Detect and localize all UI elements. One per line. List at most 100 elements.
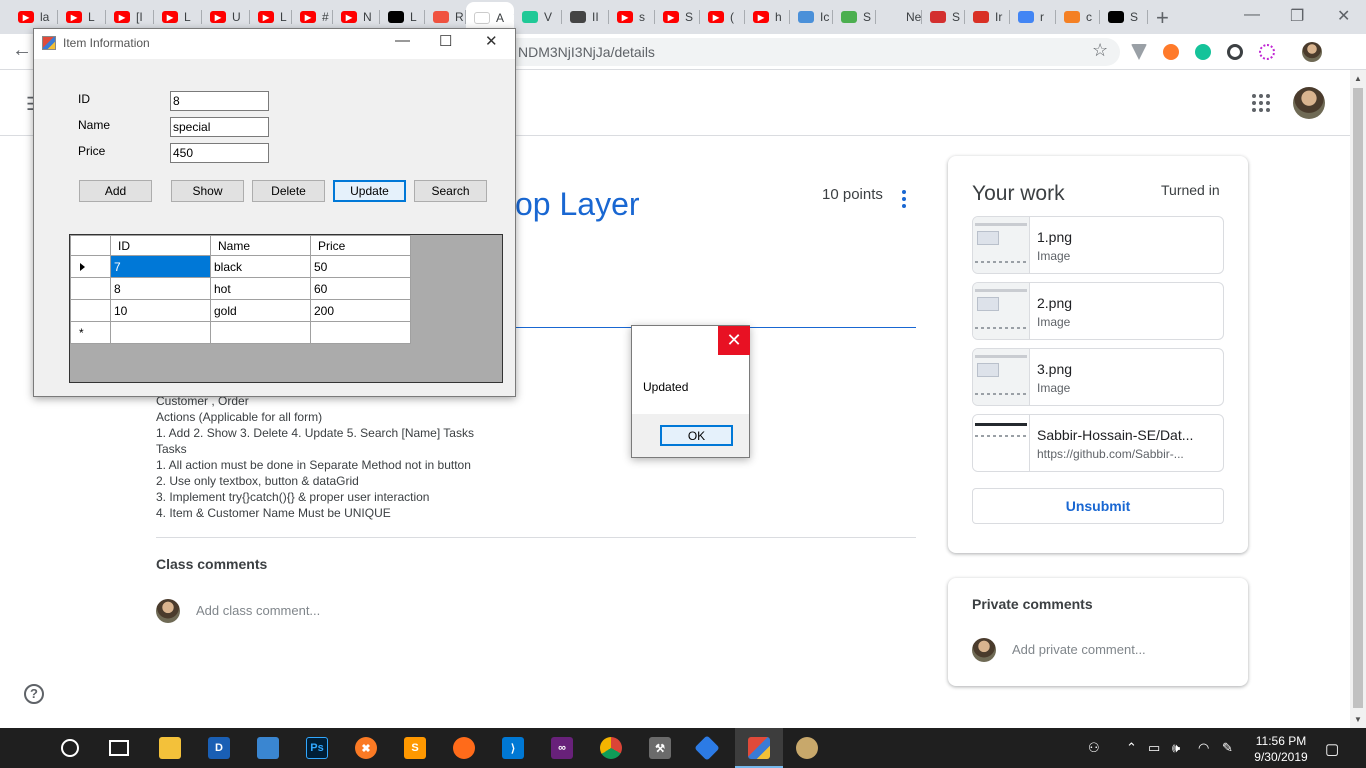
browser-tab[interactable]: V xyxy=(514,4,562,30)
current-row-pointer-icon[interactable] xyxy=(70,255,111,278)
new-row[interactable]: * xyxy=(70,321,411,344)
apps-grid-icon[interactable] xyxy=(1252,94,1270,112)
grid-cell[interactable]: 60 xyxy=(310,277,411,300)
app-icon[interactable]: D xyxy=(208,737,230,759)
ok-button[interactable]: OK xyxy=(660,425,733,446)
grid-cell[interactable] xyxy=(210,321,311,344)
browser-tab[interactable]: ▶ la xyxy=(10,4,58,30)
grid-cell[interactable]: hot xyxy=(210,277,311,300)
more-options-icon[interactable] xyxy=(902,190,906,208)
attachment-item[interactable]: 2.png Image xyxy=(972,282,1224,340)
name-textbox[interactable] xyxy=(170,117,269,137)
scroll-down-icon[interactable]: ▼ xyxy=(1354,715,1362,724)
extension-icon[interactable] xyxy=(1131,44,1147,60)
app-icon[interactable] xyxy=(694,735,720,761)
column-header-name[interactable]: Name xyxy=(210,235,311,256)
column-header-price[interactable]: Price xyxy=(310,235,411,256)
profile-avatar[interactable] xyxy=(1302,42,1322,62)
browser-tab[interactable]: ▶ L xyxy=(250,4,292,30)
extension-icon[interactable] xyxy=(1163,44,1179,60)
browser-tab[interactable]: ▶ s xyxy=(609,4,655,30)
maximize-icon[interactable]: ☐ xyxy=(439,32,452,50)
winforms-app-icon[interactable] xyxy=(748,737,770,759)
table-row[interactable]: 10 gold 200 xyxy=(70,299,411,322)
add-button[interactable]: Add xyxy=(79,180,152,202)
scrollbar-thumb[interactable] xyxy=(1353,88,1363,708)
photoshop-icon[interactable]: Ps xyxy=(306,737,328,759)
grid-cell[interactable] xyxy=(110,321,211,344)
browser-tab[interactable]: r xyxy=(1010,4,1056,30)
grid-cell[interactable] xyxy=(310,321,411,344)
browser-tab[interactable]: II xyxy=(562,4,609,30)
browser-tab[interactable]: Ir xyxy=(965,4,1010,30)
show-button[interactable]: Show xyxy=(171,180,244,202)
table-row[interactable]: 8 hot 60 xyxy=(70,277,411,300)
search-button[interactable]: Search xyxy=(414,180,487,202)
browser-tab[interactable]: ▶( xyxy=(700,4,745,30)
task-view-icon[interactable] xyxy=(109,740,129,756)
browser-tab[interactable]: ▶ S xyxy=(655,4,700,30)
row-header[interactable] xyxy=(70,299,111,322)
browser-tab[interactable]: ▶ L xyxy=(58,4,106,30)
people-icon[interactable]: ⚇ xyxy=(1088,740,1100,756)
minimize-icon[interactable]: — xyxy=(395,32,410,49)
browser-tab[interactable]: Ic xyxy=(790,4,833,30)
vscode-icon[interactable]: ⟩ xyxy=(502,737,524,759)
id-textbox[interactable] xyxy=(170,91,269,111)
help-icon[interactable]: ? xyxy=(24,684,44,704)
close-icon[interactable]: ✕ xyxy=(485,32,498,50)
browser-tab[interactable]: ▶ # xyxy=(292,4,333,30)
restore-icon[interactable]: ❐ xyxy=(1290,6,1304,26)
battery-icon[interactable]: ▭ xyxy=(1148,740,1160,756)
account-avatar[interactable] xyxy=(1293,87,1325,119)
browser-tab[interactable]: R xyxy=(425,4,466,30)
extension-icon[interactable] xyxy=(1259,44,1275,60)
table-row[interactable]: 7 black 50 xyxy=(70,255,411,278)
price-textbox[interactable] xyxy=(170,143,269,163)
volume-icon[interactable]: 🕪 xyxy=(1172,740,1180,756)
update-button[interactable]: Update xyxy=(333,180,406,202)
grid-cell[interactable]: 50 xyxy=(310,255,411,278)
pen-icon[interactable]: ✎ xyxy=(1222,740,1233,756)
grid-cell[interactable]: 200 xyxy=(310,299,411,322)
browser-tab[interactable]: ▶ N xyxy=(333,4,380,30)
browser-tab[interactable]: ▶ U xyxy=(202,4,250,30)
close-window-icon[interactable]: ✕ xyxy=(1337,6,1350,26)
app-icon[interactable] xyxy=(257,737,279,759)
add-class-comment-input[interactable]: Add class comment... xyxy=(196,603,320,618)
chevron-up-icon[interactable]: ⌃ xyxy=(1126,740,1137,756)
page-scrollbar[interactable]: ▲ ▼ xyxy=(1350,70,1366,728)
add-private-comment-input[interactable]: Add private comment... xyxy=(1012,642,1146,657)
browser-tab[interactable]: ▶ h xyxy=(745,4,790,30)
scroll-up-icon[interactable]: ▲ xyxy=(1354,74,1362,83)
postman-icon[interactable] xyxy=(453,737,475,759)
browser-tab[interactable]: c xyxy=(1056,4,1100,30)
extension-icon[interactable] xyxy=(1227,44,1243,60)
browser-tab[interactable]: S xyxy=(833,4,876,30)
new-tab-button[interactable]: + xyxy=(1156,5,1169,31)
row-header[interactable] xyxy=(70,277,111,300)
app-icon[interactable]: ⚒ xyxy=(649,737,671,759)
paint-icon[interactable] xyxy=(796,737,818,759)
grid-cell[interactable]: black xyxy=(210,255,311,278)
xampp-icon[interactable]: ✖ xyxy=(355,737,377,759)
sublime-text-icon[interactable]: S xyxy=(404,737,426,759)
grammarly-icon[interactable] xyxy=(1195,44,1211,60)
items-datagrid[interactable]: ID Name Price 7 black 50 8 hot 60 10 gol… xyxy=(69,234,503,383)
unsubmit-button[interactable]: Unsubmit xyxy=(972,488,1224,524)
attachment-item[interactable]: Sabbir-Hossain-SE/Dat... https://github.… xyxy=(972,414,1224,472)
notification-icon[interactable]: ▢ xyxy=(1325,740,1339,758)
delete-button[interactable]: Delete xyxy=(252,180,325,202)
browser-tab[interactable]: S xyxy=(1100,4,1148,30)
address-url[interactable]: NDM3NjI3NjJa/details xyxy=(518,44,655,60)
back-arrow-icon[interactable]: ← xyxy=(12,39,32,62)
browser-tab[interactable]: New xyxy=(876,4,922,30)
visual-studio-icon[interactable]: ∞ xyxy=(551,737,573,759)
file-explorer-icon[interactable] xyxy=(159,737,181,759)
column-header-id[interactable]: ID xyxy=(110,235,211,256)
chrome-icon[interactable] xyxy=(600,737,622,759)
bookmark-star-icon[interactable]: ☆ xyxy=(1092,40,1108,61)
system-clock[interactable]: 11:56 PM 9/30/2019 xyxy=(1246,733,1316,765)
close-icon[interactable]: ✕ xyxy=(718,326,750,355)
attachment-item[interactable]: 1.png Image xyxy=(972,216,1224,274)
